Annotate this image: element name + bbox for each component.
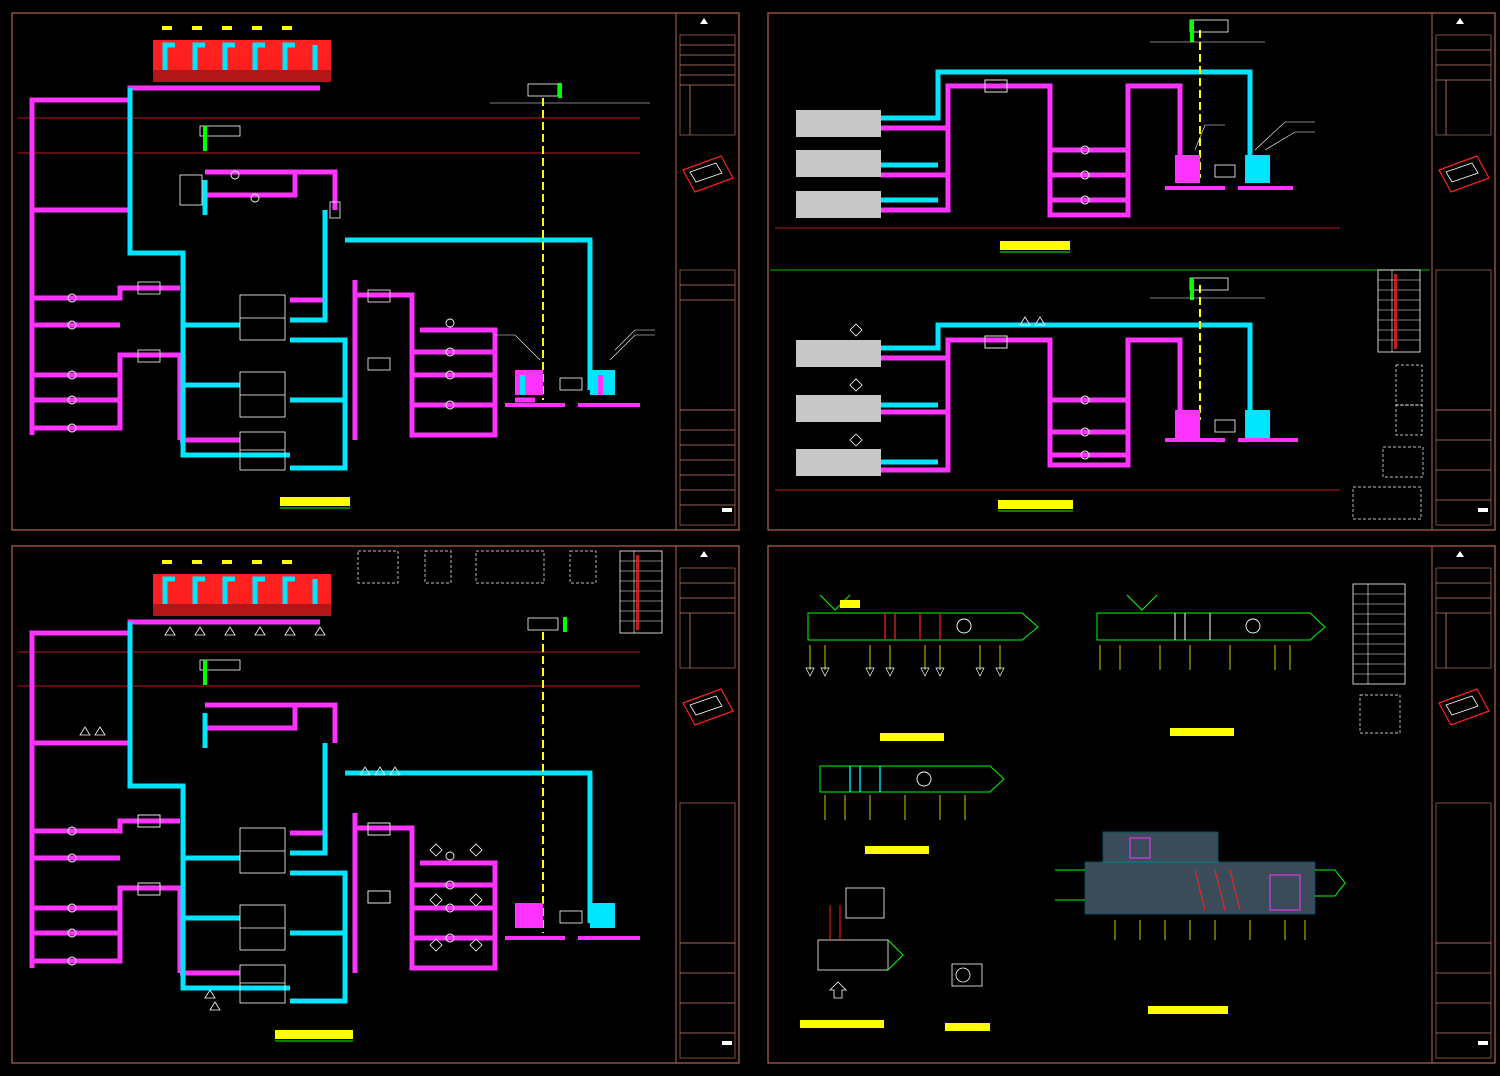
cad-drawing-canvas xyxy=(0,0,1500,1076)
